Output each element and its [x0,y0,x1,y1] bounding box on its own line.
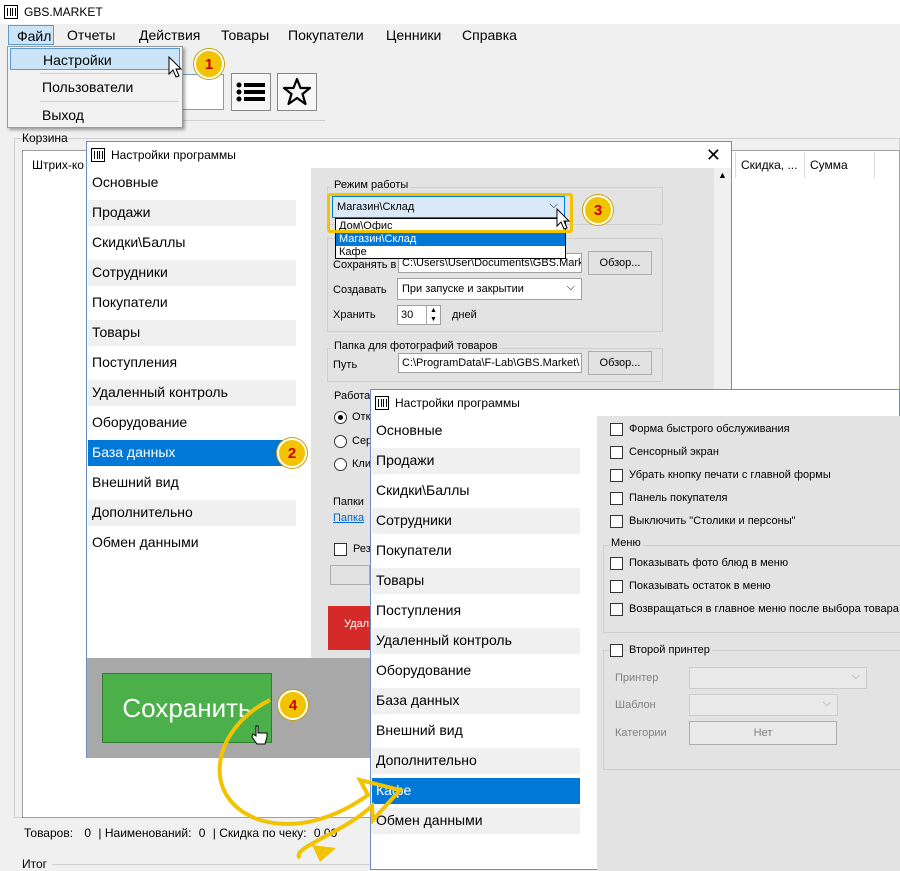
callout-2: 2 [277,438,307,468]
arrow-annotation [217,698,404,862]
arrow-head [312,845,336,862]
callout-1: 1 [194,49,224,79]
cursor-icon [168,56,183,78]
hand-cursor-icon [251,725,268,745]
arrow-path [217,698,404,860]
callout-3: 3 [583,195,613,225]
callout-4: 4 [278,690,308,720]
cursor-icon [556,208,571,230]
